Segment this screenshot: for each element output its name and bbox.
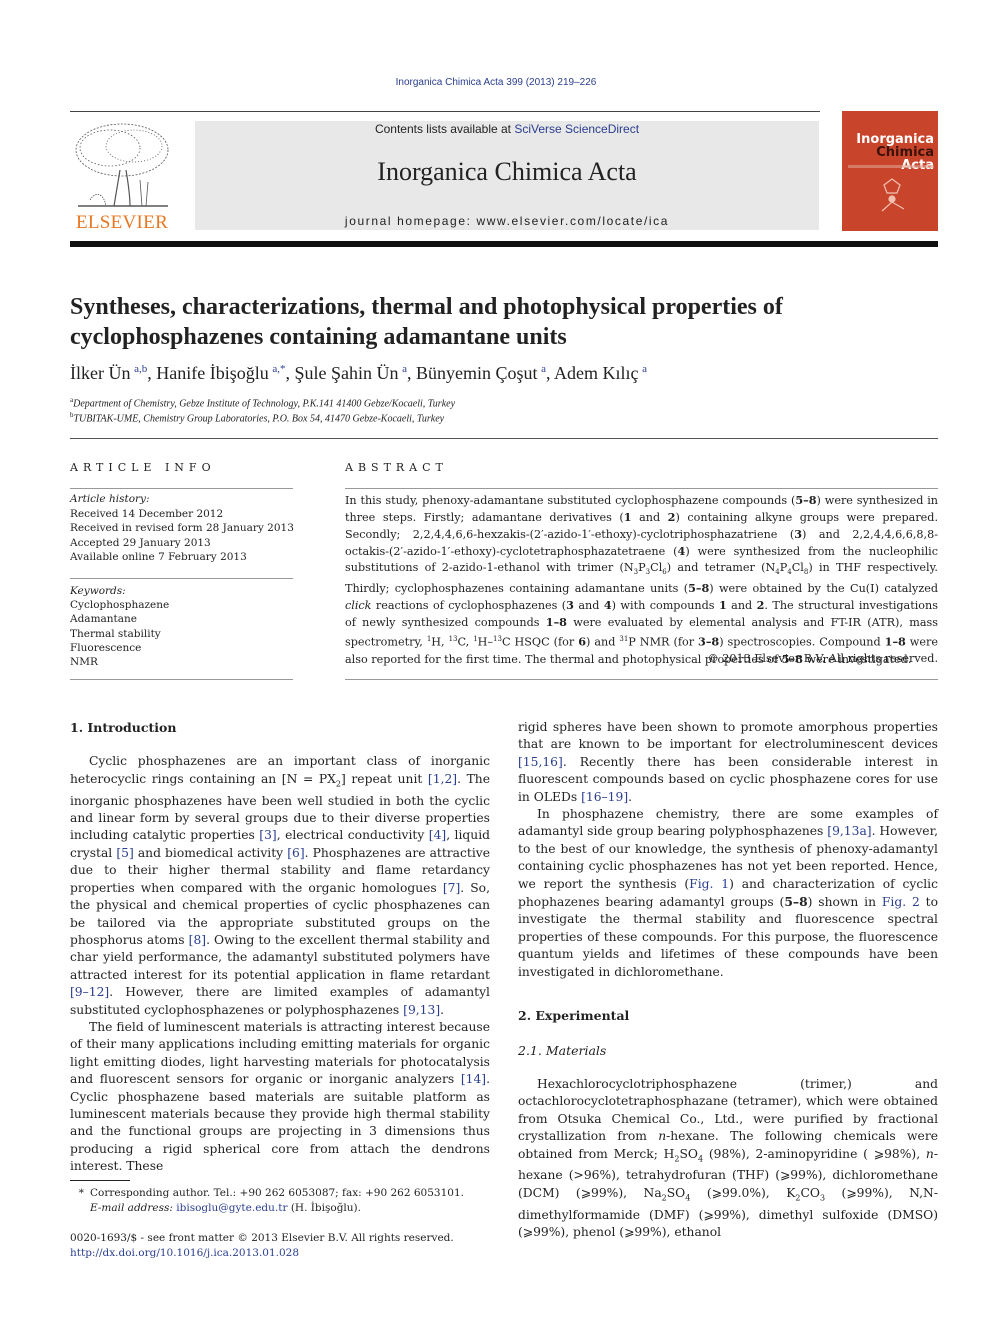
info-divider	[70, 488, 293, 489]
keywords: Keywords: Cyclophosphazene Adamantane Th…	[70, 584, 295, 669]
author[interactable]: Adem Kılıç a	[554, 363, 647, 383]
ref-link[interactable]: [9,13]	[403, 1003, 440, 1017]
issn-block: 0020-1693/$ - see front matter © 2013 El…	[70, 1231, 490, 1260]
abstract-divider	[345, 488, 938, 489]
article-history: Article history: Received 14 December 20…	[70, 492, 295, 565]
section-heading-experimental: 2. Experimental	[518, 1008, 630, 1024]
keyword: Thermal stability	[70, 627, 161, 640]
ref-link[interactable]: [6]	[287, 846, 304, 860]
keyword: Fluorescence	[70, 641, 142, 654]
footnote-divider	[70, 1180, 130, 1181]
keyword: Cyclophosphazene	[70, 599, 170, 612]
affiliation-text: Department of Chemistry, Gebze Institute…	[73, 398, 456, 410]
email-link[interactable]: ibisoglu@gyte.edu.tr	[176, 1202, 287, 1214]
author[interactable]: Hanife İbişoğlu a,*	[156, 363, 285, 383]
journal-masthead: Contents lists available at SciVerse Sci…	[195, 121, 819, 230]
elsevier-logo[interactable]: ELSEVIER	[70, 120, 174, 233]
journal-name: Inorganica Chimica Acta	[377, 157, 637, 186]
header-thick-divider	[70, 241, 938, 247]
intro-paragraph-1: Cyclic phosphazenes are an important cla…	[70, 754, 490, 1017]
elsevier-wordmark: ELSEVIER	[75, 212, 169, 233]
author-name: Hanife İbişoğlu	[156, 363, 269, 383]
affiliation-b: bTUBITAK-UME, Chemistry Group Laboratori…	[70, 411, 444, 424]
keyword: NMR	[70, 656, 98, 669]
sciencedirect-link[interactable]: SciVerse ScienceDirect	[514, 122, 639, 136]
ref-link[interactable]: [3]	[259, 828, 276, 842]
abstract-copyright: © 2013 Elsevier B.V. All rights reserved…	[707, 652, 938, 665]
intro-paragraph-2: The field of luminescent materials is at…	[70, 1019, 490, 1174]
author-name: İlker Ün	[70, 363, 131, 383]
abstract-heading: ABSTRACT	[345, 461, 448, 474]
intro-paragraph-2-continued: rigid spheres have been shown to promote…	[518, 720, 938, 804]
ref-link[interactable]: [7]	[443, 881, 460, 895]
affiliation-text: TUBITAK-UME, Chemistry Group Laboratorie…	[73, 413, 445, 425]
article-title: Syntheses, characterizations, thermal an…	[70, 294, 783, 350]
ref-link[interactable]: [15,16]	[518, 755, 563, 769]
affiliation-mark[interactable]: a,*	[272, 363, 285, 375]
ref-link[interactable]: [4]	[429, 828, 446, 842]
affiliation-mark[interactable]: a,b	[134, 363, 147, 375]
journal-cover-image[interactable]: Inorganica Chimica Acta	[842, 111, 938, 231]
right-column: rigid spheres have been shown to promote…	[518, 719, 938, 1241]
corresponding-author-footnote: * Corresponding author. Tel.: +90 262 605…	[70, 1186, 490, 1215]
affiliation-mark[interactable]: a	[642, 363, 647, 375]
tree-icon	[75, 123, 169, 207]
article-info-heading: ARTICLE INFO	[70, 461, 216, 474]
author-name: Şule Şahin Ün	[294, 363, 399, 383]
author-name: Adem Kılıç	[554, 363, 639, 383]
email-label: E-mail address:	[90, 1201, 173, 1214]
doi-link[interactable]: http://dx.doi.org/10.1016/j.ica.2013.01.…	[70, 1247, 299, 1259]
figure-link[interactable]: Fig. 2	[882, 895, 920, 909]
ref-link[interactable]: [5]	[116, 846, 133, 860]
footnote-mark: *	[78, 1187, 84, 1199]
molecule-icon	[881, 178, 905, 212]
ref-link[interactable]: [9–12]	[70, 985, 109, 999]
info-divider	[70, 679, 293, 680]
ref-link[interactable]: [1,2]	[428, 772, 457, 786]
email-owner: (H. İbişoğlu).	[287, 1201, 361, 1214]
history-item: Received in revised form 28 January 2013	[70, 522, 294, 534]
section-divider	[70, 438, 938, 439]
info-divider	[70, 578, 293, 579]
issn-line: 0020-1693/$ - see front matter © 2013 El…	[70, 1232, 454, 1244]
contents-prefix: Contents lists available at	[374, 122, 515, 136]
author[interactable]: İlker Ün a,b	[70, 363, 147, 383]
history-item: Received 14 December 2012	[70, 507, 224, 520]
ref-link[interactable]: [16–19]	[581, 790, 628, 804]
author-list: İlker Ün a,b, Hanife İbişoğlu a,*, Şule …	[70, 363, 930, 384]
separator: ,	[546, 363, 555, 383]
left-column: 1. Introduction Cyclic phosphazenes are …	[70, 719, 490, 1176]
figure-link[interactable]: Fig. 1	[689, 877, 729, 891]
subsection-heading-materials: 2.1. Materials	[518, 1042, 607, 1058]
author-name: Bünyemin Çoşut	[415, 363, 538, 383]
ref-link[interactable]: [9,13a]	[827, 824, 871, 838]
cover-subtitle	[848, 165, 934, 168]
history-item: Available online 7 February 2013	[70, 551, 247, 563]
contents-line: Contents lists available at SciVerse Sci…	[195, 122, 819, 136]
author[interactable]: Bünyemin Çoşut a	[416, 363, 546, 383]
history-label: Article history:	[70, 493, 150, 505]
section-heading-introduction: 1. Introduction	[70, 720, 177, 735]
affiliation-a: aDepartment of Chemistry, Gebze Institut…	[70, 396, 455, 409]
author[interactable]: Şule Şahin Ün a	[294, 363, 407, 383]
footnote-text: Corresponding author. Tel.: +90 262 6053…	[90, 1187, 464, 1199]
journal-citation-link[interactable]: Inorganica Chimica Acta 399 (2013) 219–2…	[0, 77, 992, 88]
keywords-label: Keywords:	[70, 585, 126, 597]
top-divider	[70, 111, 820, 112]
intro-paragraph-3: In phosphazene chemistry, there are some…	[518, 807, 939, 979]
abstract-text: In this study, phenoxy-adamantane substi…	[345, 493, 939, 666]
materials-paragraph: Hexachlorocyclotriphosphazene (trimer,) …	[518, 1076, 938, 1240]
keyword: Adamantane	[70, 613, 137, 626]
journal-homepage-link[interactable]: journal homepage: www.elsevier.com/locat…	[195, 214, 819, 228]
ref-link[interactable]: [8]	[189, 933, 206, 947]
ref-link[interactable]: [14]	[461, 1072, 486, 1086]
separator: ,	[147, 363, 157, 383]
abstract-divider	[345, 679, 938, 680]
separator: ,	[406, 363, 416, 383]
history-item: Accepted 29 January 2013	[70, 536, 211, 549]
